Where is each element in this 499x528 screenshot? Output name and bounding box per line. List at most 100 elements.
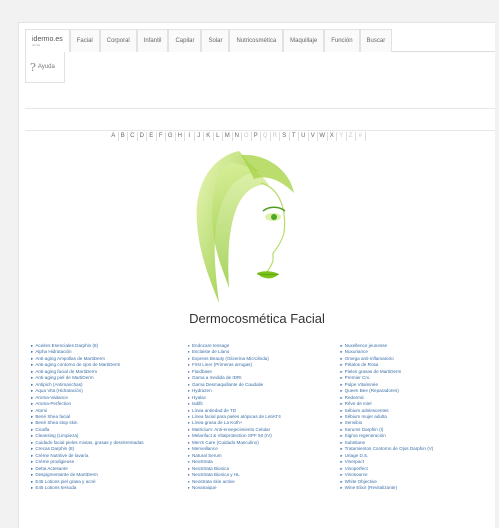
bullet-icon: ▸ — [187, 388, 190, 394]
list-item-label: Línea antiedad de TD — [191, 407, 237, 413]
letter-G[interactable]: G — [166, 132, 176, 141]
letter-P[interactable]: P — [252, 132, 261, 141]
list-item-label: Despigmentante de MartiDerm — [35, 472, 98, 478]
list-item-label: Isdifit — [191, 401, 203, 407]
bullet-icon: ▸ — [340, 407, 343, 413]
letter-V[interactable]: V — [309, 132, 318, 141]
help-button[interactable]: ? Ayuda — [25, 52, 65, 83]
bullet-icon: ▸ — [187, 349, 190, 355]
list-item-label: Gama Desmaquillante de Caudalie — [191, 381, 264, 387]
bullet-icon: ▸ — [31, 407, 34, 413]
letter-K[interactable]: K — [204, 132, 214, 141]
list-item-label: Anti-aging Ampollas de MartiDerm — [35, 355, 106, 361]
letter-J[interactable]: J — [195, 132, 204, 141]
bullet-icon: ▸ — [340, 349, 343, 355]
list-item-label: Vinerpact — [344, 459, 364, 465]
letter-X[interactable]: X — [328, 132, 337, 141]
bullet-icon: ▸ — [340, 446, 343, 452]
bullet-icon: ▸ — [340, 368, 343, 374]
bullet-icon: ▸ — [187, 420, 190, 426]
list-item-label: Anti-aging facial de MartiDerm — [35, 368, 98, 374]
bullet-icon: ▸ — [31, 459, 34, 465]
list-item-label: Fluidbase — [191, 368, 212, 374]
list-item[interactable]: ▸ E45 Lotions tersuda — [31, 485, 178, 491]
page-title: Dermocosmética Facial — [189, 311, 325, 326]
tab-nutricosmetica[interactable]: Nutricosmética — [229, 29, 284, 52]
letter-T[interactable]: T — [290, 132, 299, 141]
bullet-icon: ▸ — [31, 368, 34, 374]
letter-H[interactable]: H — [176, 132, 185, 141]
bullet-icon: ▸ — [31, 465, 34, 471]
list-item-label: Uriage D.S. — [344, 452, 369, 458]
bullet-icon: ▸ — [340, 439, 343, 445]
bullet-icon: ▸ — [31, 381, 34, 387]
tab-funcion[interactable]: Función — [324, 29, 360, 52]
bullet-icon: ▸ — [187, 465, 190, 471]
letter-B[interactable]: B — [119, 132, 128, 141]
tab-infantil[interactable]: Infantil — [136, 29, 169, 52]
list-item-label: Novanaique — [191, 484, 217, 490]
list-item-label: Rêve de miel — [344, 401, 372, 407]
letter-I[interactable]: I — [185, 132, 195, 141]
letter-U[interactable]: U — [299, 132, 309, 141]
bullet-icon: ▸ — [187, 484, 190, 490]
tab-solar[interactable]: Solar — [201, 29, 230, 52]
alphabet-filter: A B C D E F G H I J K L M N O P Q R S T U V W X Y Z # — [109, 132, 366, 141]
tab-maquillaje[interactable]: Maquillaje — [283, 29, 325, 52]
list-item-label: Antipich (Antimanchas) — [35, 381, 83, 387]
tab-corporal[interactable]: Corporal — [99, 29, 137, 52]
letter-F[interactable]: F — [157, 132, 166, 141]
top-nav: idermo.es tienda Facial Corporal Infantil C… — [25, 29, 495, 52]
bullet-icon: ▸ — [187, 394, 190, 400]
list-item-label: Tratamientos Contorno de Ojos Darphin (V… — [344, 446, 434, 452]
list-item-label: Cuidado facial pieles mixtas, grasas y d… — [35, 439, 144, 445]
list-item-label: Premier Cru — [344, 375, 370, 381]
list-item-label: Aroma-Perfection — [35, 401, 72, 407]
list-item-label: Línea facial para pieles atópicas de Let… — [191, 413, 281, 419]
list-item-label: Sébium adolescentes — [344, 407, 389, 413]
letter-S[interactable]: S — [280, 132, 290, 141]
list-item-label: Nuxuriance — [344, 349, 368, 355]
bullet-icon: ▸ — [31, 394, 34, 400]
bullet-icon: ▸ — [187, 355, 190, 361]
list-item-label: Melanfact & Vitalprotection SPF 50 (IV) — [191, 433, 272, 439]
bullet-icon: ▸ — [187, 433, 190, 439]
bullet-icon: ▸ — [31, 420, 34, 426]
bullet-icon: ▸ — [187, 472, 190, 478]
list-item-label: Vinosource — [344, 472, 368, 478]
list-item-label: Crecas Darphin (8) — [35, 446, 75, 452]
bullet-icon: ▸ — [31, 446, 34, 452]
letter-E[interactable]: E — [147, 132, 157, 141]
tab-capilar[interactable]: Capilar — [168, 29, 202, 52]
list-item-label: Esclaiste de Llano — [191, 349, 230, 355]
list-item-label: Nuxellence jeunesse — [344, 343, 388, 348]
bullet-icon: ▸ — [187, 381, 190, 387]
bullet-icon: ▸ — [31, 439, 34, 445]
bullet-icon: ▸ — [340, 420, 343, 426]
tab-facial[interactable]: Facial — [69, 29, 100, 52]
list-item-label: Merveillance — [191, 446, 218, 452]
letter-A[interactable]: A — [109, 132, 119, 141]
letter-W[interactable]: W — [318, 132, 328, 141]
letter-M[interactable]: M — [223, 132, 233, 141]
hero-face-illustration — [196, 151, 294, 303]
letter-L[interactable]: L — [214, 132, 223, 141]
bullet-icon: ▸ — [340, 459, 343, 465]
bullet-icon: ▸ — [31, 349, 34, 355]
list-item-label: Sigma regeneración — [344, 433, 386, 439]
list-item-label: Atomi — [35, 407, 48, 413]
list-item[interactable]: ▸ Wine Elixir (Revitalizante) — [340, 485, 487, 491]
bullet-icon: ▸ — [31, 413, 34, 419]
tab-buscar[interactable]: Buscar — [359, 29, 393, 52]
list-item-label: Aroma-Vaitance — [35, 394, 68, 400]
bullet-icon: ▸ — [187, 407, 190, 413]
letter-C[interactable]: C — [128, 132, 138, 141]
letter-N[interactable]: N — [233, 132, 242, 141]
bullet-icon: ▸ — [187, 413, 190, 419]
list-item[interactable]: ▸ Novanaique — [188, 485, 335, 491]
brand-logo[interactable]: idermo.es tienda — [25, 29, 70, 52]
list-item-label: Detta Actesante — [35, 465, 68, 471]
letter-D[interactable]: D — [138, 132, 147, 141]
bullet-icon: ▸ — [31, 355, 34, 361]
letter-R: R — [271, 132, 280, 141]
